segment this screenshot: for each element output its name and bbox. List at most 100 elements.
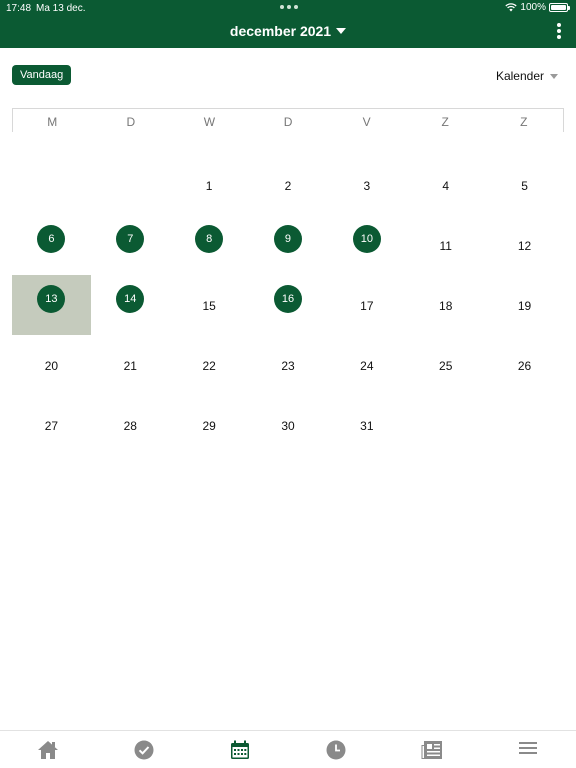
- day-cell-today[interactable]: 13: [12, 275, 91, 335]
- day-number: 4: [442, 179, 450, 193]
- day-number-with-event: 6: [37, 225, 66, 253]
- nav-check-circle-button[interactable]: [96, 731, 192, 768]
- day-cell-empty: [91, 155, 170, 215]
- battery-percentage: 100%: [520, 2, 546, 13]
- day-cell[interactable]: 31: [327, 395, 406, 455]
- day-number: 18: [439, 299, 453, 313]
- day-cell[interactable]: 14: [91, 275, 170, 335]
- day-cell[interactable]: 2: [249, 155, 328, 215]
- day-cell[interactable]: 18: [406, 275, 485, 335]
- day-cell-empty: [485, 395, 564, 455]
- day-cell-empty: [406, 395, 485, 455]
- status-time: 17:48: [6, 3, 32, 14]
- weekday-label: Z: [441, 115, 449, 129]
- day-cell-empty: [12, 155, 91, 215]
- day-cell[interactable]: 28: [91, 395, 170, 455]
- clock-icon: [326, 740, 346, 760]
- day-number: 5: [521, 179, 528, 193]
- day-number-with-event: 13: [37, 285, 66, 313]
- day-cell[interactable]: 15: [170, 275, 249, 335]
- nav-menu-button[interactable]: [480, 731, 576, 768]
- day-cell[interactable]: 24: [327, 335, 406, 395]
- day-cell[interactable]: 22: [170, 335, 249, 395]
- day-cell[interactable]: 3: [327, 155, 406, 215]
- day-number: 23: [281, 359, 295, 373]
- menu-icon: [518, 740, 538, 756]
- day-number: 20: [44, 359, 59, 373]
- month-grid: 1 2 3 4 5 6 7 8 9 10 11 12 13 14 15 16 17 18 19 20 21 22 23 24 2…: [12, 155, 564, 455]
- day-cell[interactable]: 27: [12, 395, 91, 455]
- day-number: 3: [363, 179, 371, 193]
- bottom-navigation: [0, 730, 576, 768]
- wifi-icon: [505, 3, 518, 12]
- day-cell[interactable]: 10: [327, 215, 406, 275]
- weekday-label: Z: [520, 115, 528, 129]
- day-number-with-event: 8: [195, 225, 224, 253]
- day-cell[interactable]: 20: [12, 335, 91, 395]
- multitasking-dots-icon[interactable]: [280, 5, 298, 11]
- calendar-icon: [230, 740, 250, 760]
- weekday-label: M: [47, 115, 58, 129]
- day-cell[interactable]: 11: [406, 215, 485, 275]
- day-number: 27: [44, 419, 59, 433]
- nav-newspaper-button[interactable]: [384, 731, 480, 768]
- nav-clock-button[interactable]: [288, 731, 384, 768]
- day-cell[interactable]: 21: [91, 335, 170, 395]
- day-number-with-event: 9: [273, 225, 302, 253]
- nav-calendar-button[interactable]: [192, 731, 288, 768]
- caret-down-icon: [550, 73, 558, 79]
- day-cell[interactable]: 4: [406, 155, 485, 215]
- day-number-with-event: 7: [116, 225, 145, 253]
- today-button[interactable]: Vandaag: [12, 65, 72, 85]
- day-number: 30: [281, 419, 295, 433]
- day-cell[interactable]: 26: [485, 335, 564, 395]
- view-selector-label: Kalender: [495, 69, 544, 83]
- check-circle-icon: [134, 740, 154, 760]
- day-cell[interactable]: 5: [485, 155, 564, 215]
- day-number: 29: [202, 419, 216, 433]
- month-selector[interactable]: december 2021: [0, 23, 576, 39]
- day-number: 17: [360, 299, 374, 313]
- day-number: 15: [202, 299, 216, 313]
- weekday-header: MDWDVZZ: [12, 108, 564, 132]
- home-icon: [37, 740, 59, 760]
- more-vertical-icon[interactable]: [556, 23, 562, 39]
- month-title: december 2021: [229, 23, 332, 39]
- day-number: 24: [360, 359, 374, 373]
- weekday-label: D: [126, 115, 136, 129]
- day-number-with-event: 16: [273, 285, 302, 313]
- day-cell[interactable]: 16: [249, 275, 328, 335]
- day-number: 26: [517, 359, 532, 373]
- day-cell[interactable]: 1: [170, 155, 249, 215]
- view-selector[interactable]: Kalender: [496, 69, 558, 83]
- day-cell[interactable]: 7: [91, 215, 170, 275]
- day-number: 19: [517, 299, 532, 313]
- day-cell[interactable]: 25: [406, 335, 485, 395]
- day-cell[interactable]: 6: [12, 215, 91, 275]
- caret-down-icon: [336, 28, 347, 34]
- day-cell[interactable]: 30: [249, 395, 328, 455]
- weekday-label: W: [203, 115, 216, 129]
- day-number: 25: [439, 359, 453, 373]
- day-cell[interactable]: 19: [485, 275, 564, 335]
- day-number: 22: [202, 359, 216, 373]
- day-number-with-event: 10: [352, 225, 381, 253]
- day-number: 31: [360, 419, 374, 433]
- day-cell[interactable]: 17: [327, 275, 406, 335]
- day-cell[interactable]: 8: [170, 215, 249, 275]
- day-cell[interactable]: 12: [485, 215, 564, 275]
- day-number: 11: [439, 239, 452, 253]
- day-number: 2: [284, 179, 292, 193]
- top-app-bar: 17:48 Ma 13 dec. 100% december 2021: [0, 0, 576, 48]
- day-cell[interactable]: 9: [249, 215, 328, 275]
- weekday-label: D: [283, 115, 293, 129]
- nav-home-button[interactable]: [0, 731, 96, 768]
- day-cell[interactable]: 23: [249, 335, 328, 395]
- status-indicators: 100%: [505, 2, 570, 13]
- day-cell[interactable]: 29: [170, 395, 249, 455]
- battery-icon: [549, 3, 570, 12]
- status-date: Ma 13 dec.: [36, 3, 86, 14]
- newspaper-icon: [421, 740, 443, 760]
- day-number-with-event: 14: [116, 285, 145, 313]
- day-number: 28: [123, 419, 137, 433]
